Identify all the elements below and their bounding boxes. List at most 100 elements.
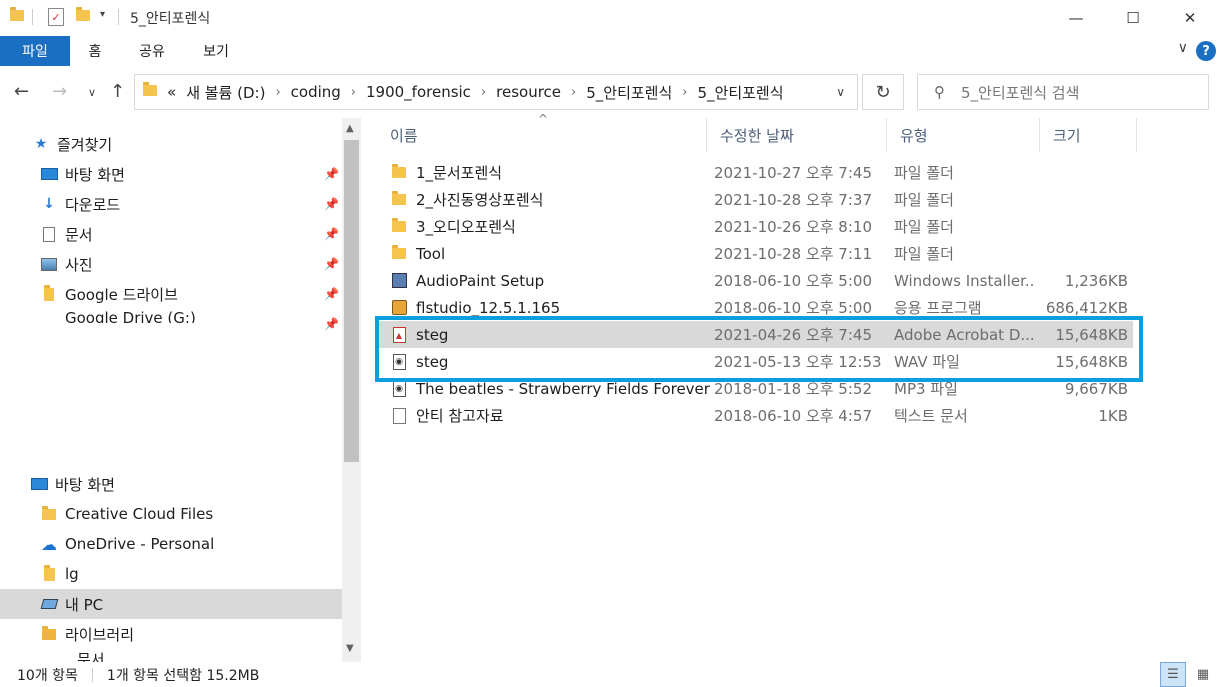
folder-icon (10, 7, 24, 25)
column-date[interactable]: 수정한 날짜 (707, 118, 887, 152)
address-dropdown-icon[interactable]: ∨ (836, 85, 845, 99)
file-row[interactable]: 2_사진동영상포렌식 2021-10-28 오후 7:37 파일 폴더 (377, 186, 1133, 213)
nav-item-google-drive[interactable]: Google 드라이브 📌 (0, 279, 342, 309)
back-button[interactable]: ← (14, 81, 29, 102)
maximize-button[interactable]: ☐ (1104, 0, 1162, 36)
pin-icon[interactable]: 📌 (324, 257, 339, 271)
pin-icon[interactable]: 📌 (324, 227, 339, 241)
file-row[interactable]: AudioPaint Setup 2018-06-10 오후 5:00 Wind… (377, 267, 1133, 294)
column-type[interactable]: 유형 (887, 118, 1040, 152)
breadcrumb-resource[interactable]: resource (496, 83, 561, 101)
file-name-cell: 안티 참고자료 (391, 402, 711, 429)
drive-icon (40, 309, 58, 323)
tab-view[interactable]: 보기 (194, 36, 238, 66)
breadcrumb-coding[interactable]: coding (291, 83, 341, 101)
nav-item-library-documents[interactable]: 문서 (0, 649, 342, 662)
file-row[interactable]: Tool 2021-10-28 오후 7:11 파일 폴더 (377, 240, 1133, 267)
nav-item-onedrive[interactable]: ☁ OneDrive - Personal (0, 529, 342, 559)
nav-item-google-drive-g[interactable]: Google Drive (G:) (0, 309, 342, 323)
new-folder-icon[interactable] (76, 7, 90, 25)
nav-item-downloads[interactable]: ↓ 다운로드 📌 (0, 189, 342, 219)
divider (118, 9, 119, 25)
breadcrumb-forensic[interactable]: 1900_forensic (366, 83, 471, 101)
nav-item-pictures[interactable]: 사진 📌 (0, 249, 342, 279)
help-icon[interactable]: ? (1196, 41, 1216, 61)
file-type: Windows Installer... (894, 271, 1034, 290)
recent-locations-icon[interactable]: ∨ (88, 86, 96, 99)
file-row[interactable]: 3_오디오포렌식 2021-10-26 오후 8:10 파일 폴더 (377, 213, 1133, 240)
column-name[interactable]: 이름 (377, 118, 707, 152)
up-button[interactable]: ↑ (110, 81, 125, 102)
nav-item-this-pc[interactable]: 내 PC (0, 589, 342, 619)
scroll-thumb[interactable] (344, 140, 359, 462)
breadcrumb-separator[interactable]: › (571, 85, 576, 100)
nav-label: 바탕 화면 (55, 475, 115, 494)
nav-item-user[interactable]: lg (0, 559, 342, 589)
customize-quick-access-icon[interactable]: ▾ (100, 9, 105, 20)
breadcrumb-separator[interactable]: › (481, 85, 486, 100)
nav-item-documents[interactable]: 문서 📌 (0, 219, 342, 249)
breadcrumb-separator[interactable]: › (682, 85, 687, 100)
large-icons-view-icon[interactable]: ▦ (1190, 662, 1216, 687)
navigation-pane: ★ 즐겨찾기 바탕 화면 📌 ↓ 다운로드 📌 문서 📌 사진 📌 Google… (0, 118, 342, 662)
file-size: 1,236KB (1064, 271, 1128, 290)
breadcrumb-drive[interactable]: 새 볼륨 (D:) (186, 82, 265, 103)
close-button[interactable]: ✕ (1161, 0, 1219, 36)
file-date: 2021-10-28 오후 7:11 (714, 245, 872, 263)
nav-quick-access[interactable]: ★ 즐겨찾기 (0, 129, 342, 159)
folder-icon (391, 164, 407, 181)
file-name-cell: 1_문서포렌식 (391, 159, 711, 186)
search-input[interactable]: ⚲ 5_안티포렌식 검색 (917, 74, 1209, 110)
minimize-button[interactable]: — (1047, 0, 1105, 36)
nav-label: 문서 (77, 651, 105, 662)
column-size[interactable]: 크기 (1040, 118, 1137, 152)
nav-scrollbar[interactable]: ▲ ▼ (342, 118, 361, 662)
refresh-button[interactable]: ↻ (862, 74, 904, 110)
file-row[interactable]: 안티 참고자료 2018-06-10 오후 4:57 텍스트 문서 1KB (377, 402, 1133, 429)
address-bar[interactable]: « 새 볼륨 (D:) › coding › 1900_forensic › r… (134, 74, 858, 110)
file-row[interactable]: 1_문서포렌식 2021-10-27 오후 7:45 파일 폴더 (377, 159, 1133, 186)
file-date: 2021-10-27 오후 7:45 (714, 164, 872, 182)
status-bar: 10개 항목 1개 항목 선택함 15.2MB (0, 662, 1222, 687)
forward-button[interactable]: → (52, 81, 67, 102)
audio-file-icon: ◉ (391, 380, 407, 397)
ribbon-expand-icon[interactable]: ∨ (1178, 40, 1188, 56)
nav-item-creative-cloud[interactable]: Creative Cloud Files (0, 499, 342, 529)
tab-file[interactable]: 파일 (0, 36, 70, 66)
selection-info: 1개 항목 선택함 15.2MB (106, 667, 260, 684)
pin-icon[interactable]: 📌 (324, 317, 339, 331)
details-view-icon[interactable]: ☰ (1160, 662, 1186, 687)
file-type: 텍스트 문서 (894, 407, 968, 425)
scroll-down-icon[interactable]: ▼ (346, 643, 354, 654)
scroll-up-icon[interactable]: ▲ (346, 123, 354, 134)
user-folder-icon (40, 564, 58, 582)
file-name-cell: 3_오디오포렌식 (391, 213, 711, 240)
breadcrumb-antiforensic[interactable]: 5_안티포렌식 (586, 82, 672, 103)
pin-icon[interactable]: 📌 (324, 167, 339, 181)
nav-label: Creative Cloud Files (65, 505, 214, 523)
file-name: 2_사진동영상포렌식 (416, 191, 544, 209)
pin-icon[interactable]: 📌 (324, 287, 339, 301)
file-size: 1KB (1098, 406, 1128, 425)
highlight-box (375, 316, 1143, 382)
file-name-cell: Tool (391, 240, 711, 267)
pin-icon[interactable]: 📌 (324, 197, 339, 211)
breadcrumb-antiforensic-current[interactable]: 5_안티포렌식 (697, 82, 783, 103)
tab-share[interactable]: 공유 (130, 36, 174, 66)
tab-home[interactable]: 홈 (78, 36, 112, 66)
folder-icon (391, 245, 407, 262)
properties-icon[interactable]: ✓ (48, 8, 64, 26)
document-icon (40, 226, 58, 242)
document-icon (52, 649, 70, 662)
breadcrumb-separator[interactable]: › (275, 85, 280, 100)
nav-item-desktop[interactable]: 바탕 화면 📌 (0, 159, 342, 189)
file-size (1037, 240, 1128, 267)
title-bar: ✓ ▾ 5_안티포렌식 — ☐ ✕ (0, 0, 1222, 36)
nav-item-desktop-root[interactable]: 바탕 화면 (0, 469, 342, 499)
breadcrumb-separator[interactable]: › (351, 85, 356, 100)
breadcrumb-overflow[interactable]: « (167, 83, 176, 101)
file-type: 파일 폴더 (894, 191, 954, 209)
divider (32, 9, 33, 25)
nav-item-libraries[interactable]: 라이브러리 (0, 619, 342, 649)
folder-icon (391, 191, 407, 208)
